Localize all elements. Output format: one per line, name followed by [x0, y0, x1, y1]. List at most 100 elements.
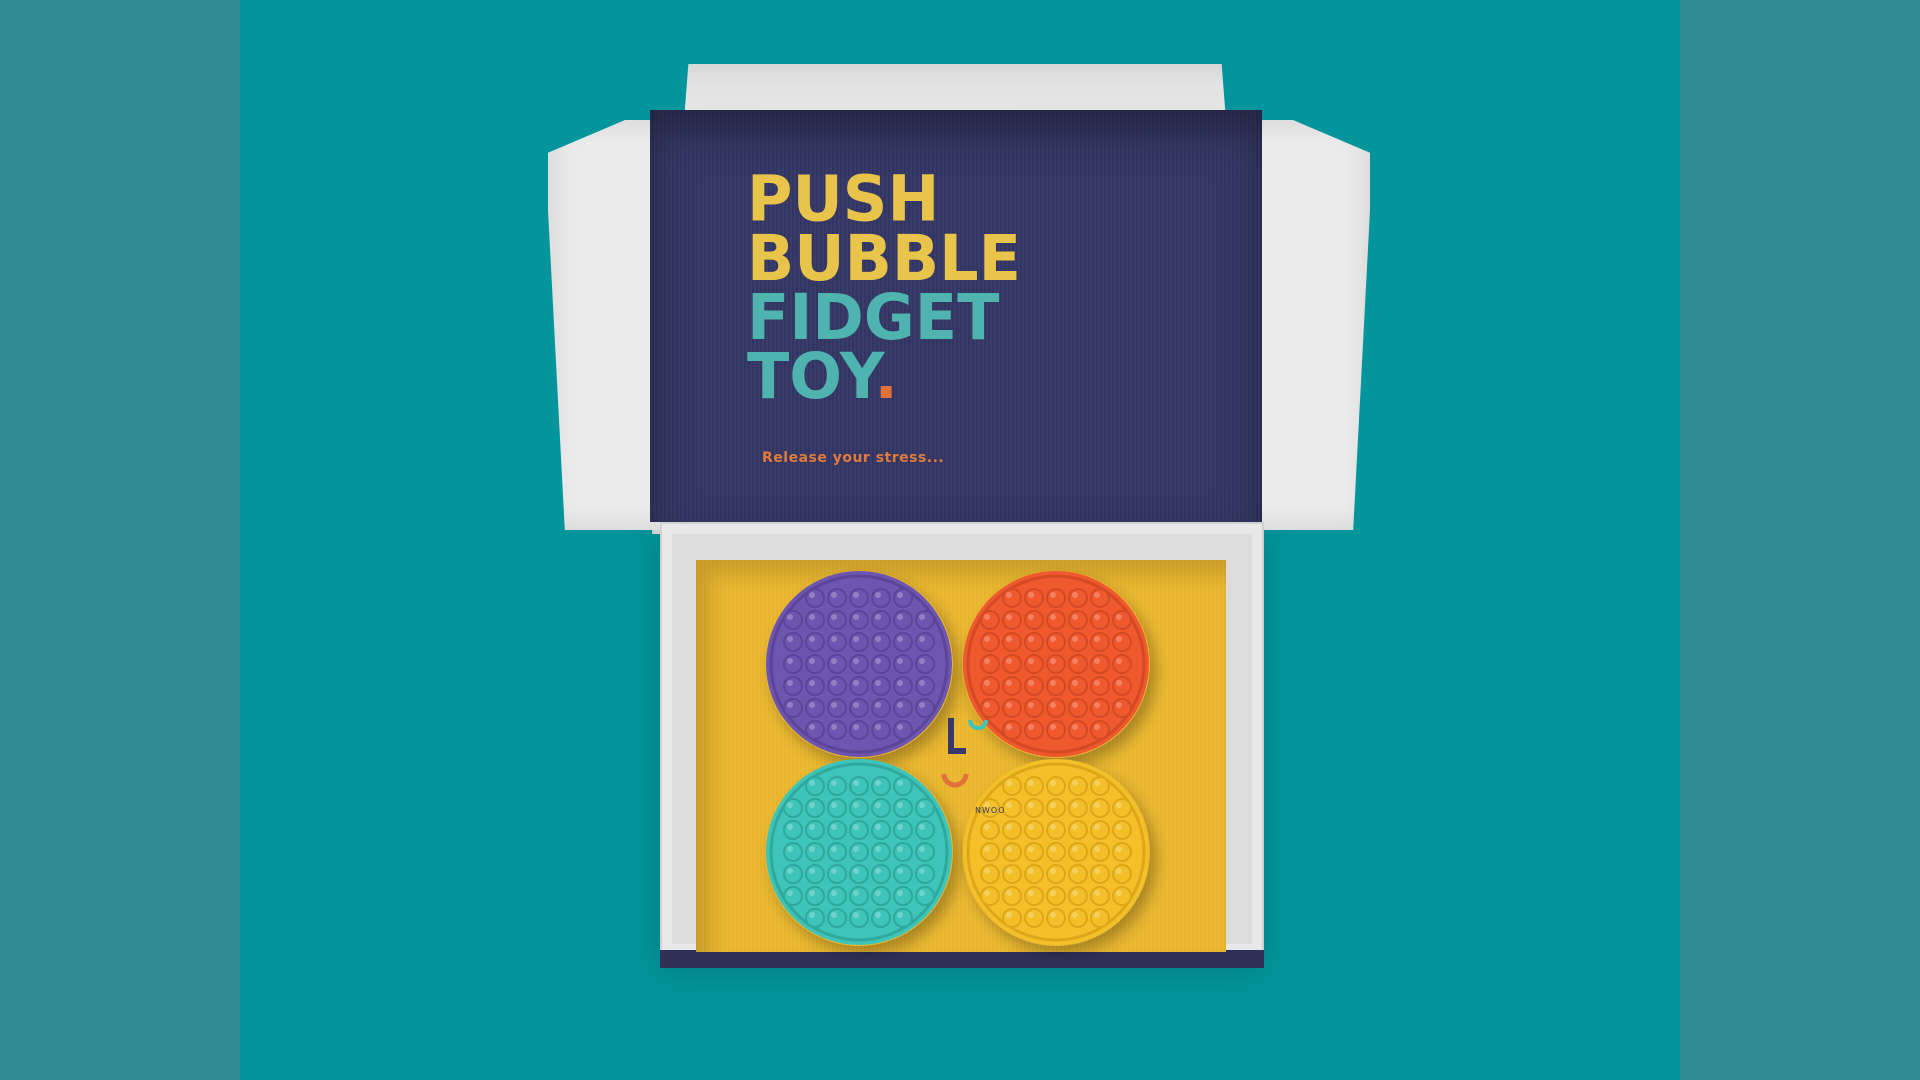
popper-bubble-highlight	[1006, 824, 1012, 830]
popper-bubble	[1002, 842, 1022, 862]
popper-bubble-highlight	[1072, 824, 1078, 830]
popper-bubble-highlight	[787, 658, 793, 664]
popper-bubble	[1024, 588, 1044, 608]
popper-bubble-highlight	[1116, 802, 1122, 808]
popper-bubble-highlight	[831, 890, 837, 896]
popper-bubble	[849, 842, 869, 862]
popper-bubble	[915, 654, 935, 674]
popper-bubble-highlight	[853, 614, 859, 620]
popper-bubble	[849, 632, 869, 652]
popper-bubble-highlight	[897, 824, 903, 830]
popper-bubble-highlight	[853, 890, 859, 896]
popper-bubble	[805, 798, 825, 818]
popper-bubble	[805, 698, 825, 718]
popper-bubble	[1068, 720, 1088, 740]
popper-bubble	[1090, 654, 1110, 674]
popper-bubble-highlight	[831, 824, 837, 830]
popper-bubble-highlight	[1072, 658, 1078, 664]
popper-bubble-highlight	[897, 780, 903, 786]
popper-bubble-highlight	[1006, 636, 1012, 642]
popper-bubble	[871, 776, 891, 796]
popper-bubble-highlight	[984, 658, 990, 664]
popper-bubble	[849, 908, 869, 928]
popper-bubble	[915, 698, 935, 718]
popper-bubble-highlight	[875, 846, 881, 852]
popper-bubble-highlight	[1028, 802, 1034, 808]
popper-bubble-highlight	[875, 658, 881, 664]
popper-bubble	[827, 698, 847, 718]
popper-bubble-highlight	[919, 614, 925, 620]
popper-bubble	[1112, 654, 1132, 674]
popper-bubble	[893, 776, 913, 796]
popper-bubble-highlight	[1050, 592, 1056, 598]
popper-bubble-highlight	[1094, 824, 1100, 830]
popper-bubble	[1046, 798, 1066, 818]
popper-bubble	[915, 864, 935, 884]
popper-bubble-highlight	[875, 724, 881, 730]
popper-bubble-highlight	[1028, 846, 1034, 852]
popper-bubble-highlight	[1094, 802, 1100, 808]
popper-bubble	[1002, 908, 1022, 928]
popper-bubble-highlight	[853, 780, 859, 786]
popper-bubble	[1090, 698, 1110, 718]
popper-bubble	[1024, 610, 1044, 630]
popper-bubble-highlight	[1028, 658, 1034, 664]
popper-bubble	[1024, 698, 1044, 718]
popper-bubble-highlight	[809, 868, 815, 874]
popper-bubble-highlight	[787, 680, 793, 686]
popper-bubble-highlight	[919, 868, 925, 874]
popper-bubble	[980, 864, 1000, 884]
popper-bubble-highlight	[875, 780, 881, 786]
popper-bubble-highlight	[1028, 824, 1034, 830]
popper-bubble	[1090, 798, 1110, 818]
orange-fidget-toy-graphic	[963, 571, 1149, 757]
popper-bubble	[980, 676, 1000, 696]
popper-bubble-highlight	[919, 846, 925, 852]
popper-bubble-highlight	[853, 724, 859, 730]
popper-bubble	[783, 654, 803, 674]
popper-bubble	[1046, 698, 1066, 718]
popper-bubble	[783, 820, 803, 840]
popper-bubble-highlight	[809, 890, 815, 896]
popper-bubble	[893, 798, 913, 818]
popper-bubble-highlight	[919, 658, 925, 664]
popper-bubble	[1068, 776, 1088, 796]
popper-bubble-highlight	[1050, 912, 1056, 918]
popper-bubble-highlight	[1072, 868, 1078, 874]
popper-bubble-highlight	[831, 724, 837, 730]
popper-bubble-highlight	[1028, 592, 1034, 598]
popper-bubble	[827, 798, 847, 818]
popper-bubble	[980, 654, 1000, 674]
popper-bubble-highlight	[1050, 724, 1056, 730]
popper-bubble-highlight	[1116, 658, 1122, 664]
popper-bubble-highlight	[1094, 724, 1100, 730]
popper-bubble	[1068, 698, 1088, 718]
popper-bubble-highlight	[787, 846, 793, 852]
popper-bubble-highlight	[1028, 636, 1034, 642]
popper-bubble-highlight	[1050, 702, 1056, 708]
popper-bubble	[980, 610, 1000, 630]
popper-bubble	[783, 632, 803, 652]
popper-bubble-highlight	[809, 702, 815, 708]
popper-bubble	[915, 610, 935, 630]
popper-bubble	[1090, 842, 1110, 862]
popper-bubble	[1068, 820, 1088, 840]
popper-bubble	[827, 720, 847, 740]
popper-bubble	[1046, 632, 1066, 652]
popper-bubble	[1090, 588, 1110, 608]
popper-bubble	[1002, 886, 1022, 906]
popper-bubble-highlight	[897, 868, 903, 874]
popper-bubble-highlight	[787, 868, 793, 874]
popper-bubble	[1024, 654, 1044, 674]
popper-bubble-highlight	[1050, 636, 1056, 642]
popper-bubble-highlight	[1116, 636, 1122, 642]
popper-bubble	[849, 820, 869, 840]
popper-bubble-highlight	[809, 912, 815, 918]
popper-bubble-highlight	[1072, 702, 1078, 708]
popper-bubble	[805, 820, 825, 840]
popper-bubble-highlight	[1050, 846, 1056, 852]
popper-bubble-highlight	[831, 912, 837, 918]
popper-bubble-highlight	[831, 802, 837, 808]
popper-bubble-highlight	[984, 614, 990, 620]
popper-bubble-highlight	[1006, 702, 1012, 708]
